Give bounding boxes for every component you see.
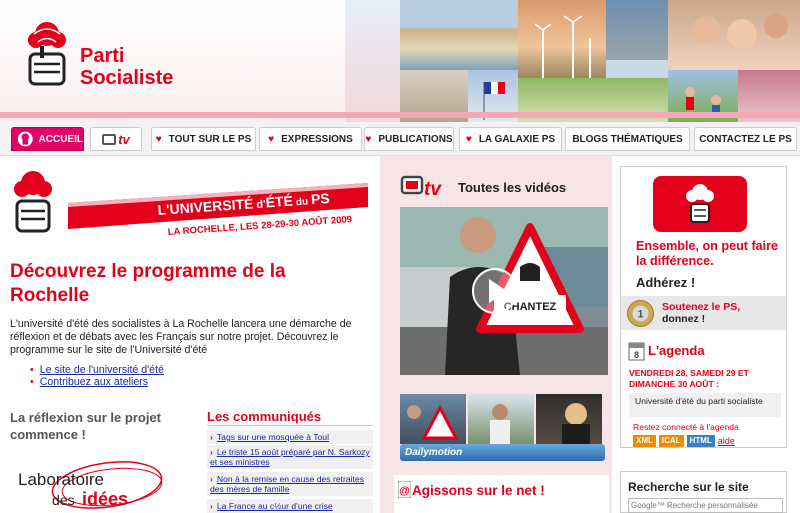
labo-des: des [52, 492, 75, 508]
svg-text:tv: tv [424, 179, 442, 200]
list-item: Le site de l'université d'été [30, 364, 164, 376]
link-contribuez-ateliers[interactable]: Contribuez aux ateliers [40, 376, 148, 388]
agenda-heading[interactable]: L'agenda [648, 343, 705, 358]
donation-link[interactable]: Soutenez le PS, donnez ! [662, 301, 740, 325]
communique-link[interactable]: La France au c½ur d'une crise [217, 501, 333, 511]
communiques-heading[interactable]: Les communiqués [207, 409, 321, 424]
main-intro-text: L'université d'été des socialistes à La … [10, 318, 352, 356]
main-links-list: Le site de l'université d'été Contribuez… [30, 364, 164, 388]
video-thumbnail[interactable] [468, 394, 534, 444]
laboratoire-des-idees-logo[interactable]: Laboratoire des idées [12, 455, 192, 513]
tab-la-galaxie-ps[interactable]: ♥ LA GALAXIE PS [459, 127, 562, 151]
tab-contactez-le-ps[interactable]: CONTACTEZ LE PS [694, 127, 797, 151]
main-navigation: ACCUEIL tv ♥ TOUT SUR LE PS ♥ EXPRESSIONS … [0, 122, 800, 156]
donation-line2: donnez ! [662, 313, 706, 325]
main-headline[interactable]: Découvrez le programme de la Rochelle [10, 260, 340, 308]
tab-publications[interactable]: ♥ PUBLICATIONS [364, 127, 454, 151]
communique-item[interactable]: Le triste 15 août préparé par N. Sarkozy… [207, 445, 373, 470]
tab-label: PUBLICATIONS [378, 133, 453, 145]
tab-tv[interactable]: tv [90, 127, 142, 151]
labo-idees: idées [82, 489, 128, 509]
tv-icon[interactable]: tv [400, 175, 452, 201]
calendar-icon: 8 [628, 342, 645, 361]
home-rose-icon [17, 131, 33, 147]
html-feed-button[interactable]: HTML [686, 435, 715, 447]
agenda-feeds: XML ICAL HTML aide [633, 435, 735, 447]
search-input[interactable] [628, 498, 783, 513]
svg-text:@: @ [399, 485, 410, 497]
agissons-heading[interactable]: Agissons sur le net ! [412, 483, 545, 498]
euro-coin-icon: 1 [627, 300, 654, 327]
ical-feed-button[interactable]: ICAL [658, 435, 684, 447]
banner-title-ete: ÉTÉ [265, 193, 293, 211]
header-accent-line [0, 112, 800, 118]
tab-label: TOUT SUR LE PS [168, 133, 252, 145]
tab-accueil[interactable]: ACCUEIL [11, 127, 84, 151]
reflexion-heading: La réflexion sur le projet commence ! [10, 410, 161, 442]
donation-line1: Soutenez le PS, [662, 301, 741, 313]
link-site-universite[interactable]: Le site de l'université d'été [40, 364, 164, 376]
search-heading: Recherche sur le site [628, 480, 749, 494]
agenda-event[interactable]: Université d'été du parti socialiste [629, 393, 781, 417]
aide-link[interactable]: aide [718, 436, 735, 446]
site-logo-text[interactable]: Parti Socialiste [80, 45, 173, 89]
tab-label: LA GALAXIE PS [478, 133, 556, 145]
site-header: Parti Socialiste [0, 0, 800, 122]
tab-label: CONTACTEZ LE PS [699, 133, 792, 145]
tab-tv-label: tv [118, 131, 130, 147]
membership-card-icon[interactable] [651, 174, 749, 234]
brand-line1: Parti [80, 45, 125, 67]
tab-label: BLOGS THÉMATIQUES [572, 133, 683, 145]
tab-expressions[interactable]: ♥ EXPRESSIONS [259, 127, 362, 151]
tv-icon [102, 133, 117, 145]
at-sign-icon: @ [398, 481, 411, 498]
heart-icon: ♥ [155, 133, 162, 145]
dailymotion-bar[interactable]: Dailymotion [400, 444, 605, 461]
communique-link[interactable]: Le triste 15 août préparé par N. Sarkozy… [210, 447, 370, 467]
communique-item[interactable]: Tags sur une mosquée à Toul [207, 430, 373, 445]
communique-link[interactable]: Non à la remise en cause des retraites d… [210, 474, 364, 494]
header-photo-collage [345, 0, 800, 122]
heart-icon: ♥ [365, 133, 372, 145]
agenda-connect-text: Restez connecté à l'agenda [633, 422, 739, 432]
banner-title-ps: PS [310, 190, 330, 207]
banner-title-du: du [296, 197, 309, 209]
communique-link[interactable]: Tags sur une mosquée à Toul [217, 432, 329, 442]
video-thumbnail[interactable] [536, 394, 602, 444]
communique-item[interactable]: La France au c½ur d'une crise [207, 499, 373, 513]
labo-line1: Laboratoire [18, 470, 104, 489]
banner-title-l: L' [157, 201, 170, 218]
tab-accueil-label: ACCUEIL [38, 133, 83, 145]
tab-blogs-thematiques[interactable]: BLOGS THÉMATIQUES [565, 127, 690, 151]
video-thumbnail[interactable] [400, 394, 466, 444]
communiques-divider [207, 425, 373, 426]
agenda-date: VENDREDI 28, SAMEDI 29 ET DIMANCHE 30 AO… [629, 368, 749, 389]
xml-feed-button[interactable]: XML [633, 435, 656, 447]
heart-icon: ♥ [465, 133, 472, 145]
tab-label: EXPRESSIONS [281, 133, 353, 145]
list-item: Contribuez aux ateliers [30, 376, 164, 388]
heart-icon: ♥ [268, 133, 275, 145]
universite-ete-banner[interactable]: L'UNIVERSITÉ d'ÉTÉ du PS LA ROCHELLE, LES 2… [8, 165, 368, 245]
adhesion-text[interactable]: Ensemble, on peut faire la différence. [636, 239, 786, 269]
adhesion-cta[interactable]: Adhérez ! [636, 275, 695, 290]
tab-tout-sur-le-ps[interactable]: ♥ TOUT SUR LE PS [151, 127, 256, 151]
rose-fist-logo-icon[interactable] [22, 20, 72, 92]
brand-line2: Socialiste [80, 67, 174, 89]
videos-heading[interactable]: Toutes les vidéos [458, 180, 566, 195]
video-player[interactable]: CHANTEZ [400, 207, 608, 375]
svg-text:1: 1 [637, 309, 643, 321]
communique-item[interactable]: Non à la remise en cause des retraites d… [207, 472, 373, 497]
svg-text:8: 8 [634, 350, 639, 360]
